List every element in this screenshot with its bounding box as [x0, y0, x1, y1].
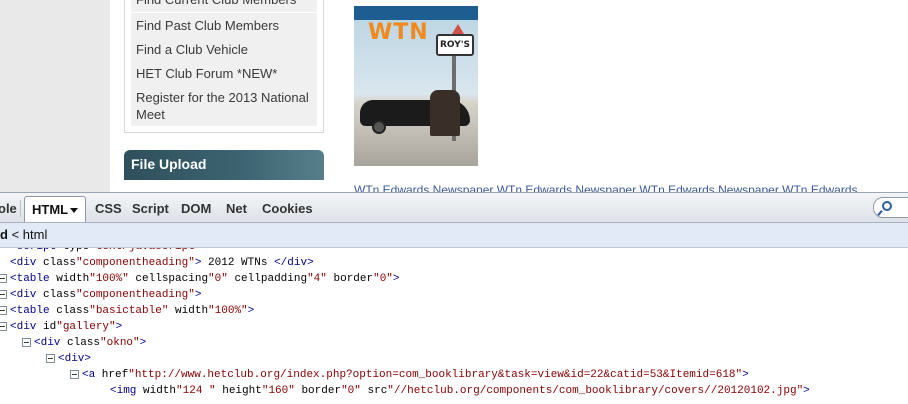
cover-top-bar	[354, 6, 478, 20]
collapse-icon[interactable]	[0, 306, 7, 315]
menu-item-register-national-meet[interactable]: Register for the 2013 National Meet	[131, 85, 317, 127]
web-page-viewport: Find Current Club Members Find Past Club…	[0, 0, 908, 192]
collapse-icon[interactable]	[0, 322, 7, 331]
tab-html[interactable]: HTML	[24, 196, 86, 222]
tree-node-markup: <script type"text/javascript" >	[10, 248, 215, 255]
menu-item-club-forum[interactable]: HET Club Forum *NEW*	[131, 61, 317, 87]
tree-node[interactable]: <a href"http://www.hetclub.org/index.php…	[0, 367, 908, 383]
wtn-cover-image[interactable]: WTN ROY'S	[354, 6, 478, 166]
menu-item-find-current-members[interactable]: Find Current Club Members	[131, 0, 317, 13]
tree-node[interactable]: <script type"text/javascript" >	[0, 248, 908, 255]
tab-net[interactable]: Net	[226, 201, 247, 216]
cover-title: WTN	[368, 20, 429, 45]
tab-console[interactable]: ole	[0, 201, 17, 216]
tab-cookies[interactable]: Cookies	[262, 201, 313, 216]
collapse-icon[interactable]	[46, 354, 55, 363]
tree-node[interactable]: <table width"100%" cellspacing"0" cellpa…	[0, 271, 908, 287]
collapse-icon[interactable]	[22, 338, 31, 347]
tree-node-markup: <div class"componentheading">	[10, 289, 202, 301]
collapse-icon[interactable]	[0, 290, 7, 299]
cover-sign: ROY'S	[436, 34, 474, 56]
tree-node[interactable]: <img width"124 " height"160" border"0" s…	[0, 383, 908, 399]
tree-node-markup: <div class"okno">	[34, 337, 147, 349]
club-menu: Find Current Club Members Find Past Club…	[124, 0, 324, 133]
breadcrumb-path: d < html	[0, 227, 47, 242]
breadcrumb: d < html	[0, 223, 908, 248]
tree-node[interactable]: <div id"gallery">	[0, 319, 908, 335]
tab-separator	[20, 200, 21, 217]
cover-car-wheel	[372, 120, 386, 134]
tab-css[interactable]: CSS	[95, 201, 122, 216]
file-upload-heading: File Upload	[124, 150, 324, 180]
tab-dom[interactable]: DOM	[181, 201, 211, 216]
cover-caption-links[interactable]: WTn Edwards Newspaper WTn Edwards Newspa…	[354, 183, 908, 192]
tree-node[interactable]: <div class"componentheading">	[0, 287, 908, 303]
breadcrumb-current[interactable]: d	[0, 227, 8, 242]
collapse-icon[interactable]	[0, 274, 7, 283]
tree-node-markup: <a href"http://www.hetclub.org/index.php…	[82, 369, 749, 381]
left-gutter	[0, 0, 110, 192]
tree-node-markup: <table width"100%" cellspacing"0" cellpa…	[10, 273, 400, 285]
search-icon-handle	[877, 210, 883, 216]
breadcrumb-separator: <	[11, 227, 20, 242]
tree-node[interactable]: <div class"okno">	[0, 335, 908, 351]
search-icon	[882, 201, 892, 211]
tree-node-markup: <div class"componentheading"> 2012 WTNs …	[10, 257, 314, 269]
tree-node[interactable]: <table class"basictable" width"100%">	[0, 303, 908, 319]
cover-people	[430, 90, 460, 136]
collapse-icon[interactable]	[70, 370, 79, 379]
tree-node[interactable]: <div class"componentheading"> 2012 WTNs …	[0, 255, 908, 271]
firebug-panel: ole HTML CSS Script DOM Net Cookies d < …	[0, 192, 908, 404]
tree-node-markup: <div>	[58, 353, 92, 365]
tree-node-markup: <table class"basictable" width"100%">	[10, 305, 255, 317]
tree-node-markup: <img width"124 " height"160" border"0" s…	[110, 385, 810, 397]
tree-node-markup: <div id"gallery">	[10, 321, 123, 333]
menu-item-find-past-members[interactable]: Find Past Club Members	[131, 13, 317, 39]
tab-script[interactable]: Script	[132, 201, 169, 216]
html-tree: <script type"text/javascript" > <div clas…	[0, 248, 908, 404]
firebug-toolbar: ole HTML CSS Script DOM Net Cookies	[0, 193, 908, 223]
dropdown-arrow-icon[interactable]	[70, 208, 78, 213]
tree-node[interactable]: <div>	[0, 351, 908, 367]
tab-html-label: HTML	[32, 202, 69, 217]
search-box[interactable]	[873, 197, 908, 218]
menu-item-find-club-vehicle[interactable]: Find a Club Vehicle	[131, 37, 317, 63]
breadcrumb-item-html[interactable]: html	[23, 227, 48, 242]
